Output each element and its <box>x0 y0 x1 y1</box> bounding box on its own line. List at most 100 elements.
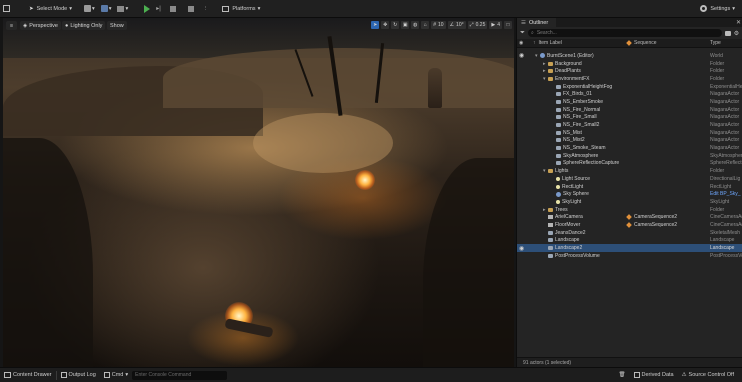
outliner-row[interactable]: NS_Mist2 NiagaraActor <box>517 137 742 145</box>
viewport-menu-button[interactable]: ≡ <box>6 21 17 30</box>
console-placeholder: Enter Console Command <box>135 372 192 378</box>
filter-button[interactable]: ⏷ <box>519 30 526 37</box>
row-label-cell: FX_Birds_01 <box>527 91 627 97</box>
camera-icon: ▶ <box>491 22 496 28</box>
row-type[interactable]: Edit BP_Sky_ <box>710 191 742 197</box>
translate-tool-button[interactable]: ✥ <box>381 21 390 29</box>
rotate-tool-button[interactable]: ↻ <box>391 21 400 29</box>
row-label: NS_Fire_Small <box>563 114 597 121</box>
eject-button[interactable] <box>182 2 200 16</box>
maximize-viewport-button[interactable]: □ <box>504 21 512 29</box>
new-folder-button[interactable] <box>724 30 731 37</box>
outliner-row[interactable]: Sky Sphere Edit BP_Sky_ <box>517 190 742 198</box>
outliner-row[interactable]: NS_Fire_Small NiagaraActor <box>517 114 742 122</box>
row-label-cell: ExponentialHeightFog <box>527 84 627 90</box>
blueprint-button[interactable]: ▾ <box>98 2 115 16</box>
row-label-cell: ▾ EnvironmentFX <box>527 76 627 82</box>
outliner-row[interactable]: NS_Smoke_Steam NiagaraActor <box>517 144 742 152</box>
row-sequence-cell: CameraSequence2 <box>626 214 710 220</box>
row-label: NS_Fire_Small2 <box>563 122 600 129</box>
outliner-row[interactable]: NS_Fire_Normal NiagaraActor <box>517 106 742 114</box>
play-icon <box>144 4 151 13</box>
show-button[interactable]: Show <box>107 21 127 30</box>
derived-data-button[interactable]: Derived Data <box>630 370 678 381</box>
outliner-row[interactable]: FX_Birds_01 NiagaraActor <box>517 90 742 98</box>
scale-snap-button[interactable]: ⤢ 0.25 <box>467 21 488 29</box>
select-tool-button[interactable]: ➤ <box>371 21 380 29</box>
row-type: NiagaraActor <box>710 106 740 113</box>
cinematics-button[interactable]: ▾ <box>114 2 131 16</box>
outliner-row[interactable]: ▸ Background Folder <box>517 60 742 68</box>
row-label: BurntScene1 (Editor) <box>547 52 594 59</box>
outliner-row[interactable]: NS_EmberSmoke NiagaraActor <box>517 98 742 106</box>
label-column-header[interactable]: ↑ Item Label <box>527 40 627 46</box>
scale-tool-button[interactable]: ▣ <box>401 21 410 29</box>
outliner-row[interactable]: FloorMover CameraSequence2 CineCameraAc <box>517 221 742 229</box>
outliner-row[interactable]: SkyLight SkyLight <box>517 198 742 206</box>
perspective-button[interactable]: ◈ Perspective <box>20 21 61 30</box>
source-control-icon: ⚠ <box>681 372 687 378</box>
row-label-cell: ▸ Background <box>527 61 627 67</box>
surface-snap-button[interactable]: ⌂ <box>421 21 430 29</box>
save-icon <box>3 5 10 12</box>
outliner-row[interactable]: ▸ Trees Folder <box>517 206 742 214</box>
save-button[interactable] <box>0 2 14 16</box>
outliner-row[interactable]: SkyAtmosphere SkyAtmosphere <box>517 152 742 160</box>
outliner-row[interactable]: ▾ EnvironmentFX Folder <box>517 75 742 83</box>
source-control-button[interactable]: ⚠ Source Control Off <box>678 370 738 381</box>
sequence-column-header[interactable]: Sequence <box>626 40 710 46</box>
outliner-row[interactable]: ▾ Lights Folder <box>517 167 742 175</box>
world-local-button[interactable]: ◍ <box>411 21 420 29</box>
level-viewport[interactable]: ≡ ◈ Perspective ● Lighting Only Show ➤ ✥… <box>3 18 514 367</box>
show-label: Show <box>110 22 124 29</box>
outliner-row[interactable]: ▸ DeadPlants Folder <box>517 67 742 75</box>
row-type: Folder <box>710 60 725 67</box>
tab-outliner[interactable]: ☰ Outliner <box>517 18 557 27</box>
visibility-column-header[interactable]: ◉ <box>517 40 527 46</box>
chevron-down-icon: ▾ <box>257 5 261 12</box>
outliner-row[interactable]: ArielCamera CameraSequence2 CineCameraAc <box>517 213 742 221</box>
outliner-search-input[interactable]: ⌕ Search... <box>528 29 722 37</box>
outliner-row[interactable]: SphereReflectionCapture SphereReflecti <box>517 160 742 168</box>
platforms-label: Platforms <box>232 5 256 12</box>
output-log-button[interactable]: Output Log <box>57 370 100 381</box>
visibility-toggle[interactable]: ◉ <box>517 52 527 59</box>
outliner-row[interactable]: NS_Fire_Small2 NiagaraActor <box>517 121 742 129</box>
chevron-down-icon: ▾ <box>108 5 112 12</box>
grid-snap-button[interactable]: #10 <box>431 21 446 29</box>
visibility-toggle[interactable]: ◉ <box>517 245 527 252</box>
platforms-dropdown[interactable]: Platforms ▾ <box>219 2 263 16</box>
outliner-row[interactable]: Landscape Landscape <box>517 237 742 245</box>
outliner-row[interactable]: ◉ Landscape2 Landscape <box>517 244 742 252</box>
view-mode-button[interactable]: ● Lighting Only <box>62 21 106 30</box>
play-button[interactable] <box>141 2 153 16</box>
outliner-row[interactable]: JeansDance2 SkeletalMesh <box>517 229 742 237</box>
add-content-button[interactable]: ▾ <box>81 2 98 16</box>
skip-button[interactable]: ▸| <box>153 2 164 16</box>
row-label: ExponentialHeightFog <box>563 83 613 90</box>
rotation-snap-button[interactable]: ∠ 10° <box>447 21 466 29</box>
outliner-settings-button[interactable]: ⚙ <box>733 30 740 37</box>
drawer-icon <box>4 372 11 378</box>
row-label-cell: JeansDance2 <box>527 230 627 236</box>
close-outliner-button[interactable]: ✕ <box>735 19 742 26</box>
outliner-row[interactable]: NS_Mist NiagaraActor <box>517 129 742 137</box>
row-label-cell: ▸ Trees <box>527 207 627 213</box>
outliner-row[interactable]: RectLight RectLight <box>517 183 742 191</box>
console-input[interactable]: Enter Console Command <box>132 370 228 380</box>
play-options-button[interactable]: ⋮ <box>200 2 212 16</box>
cmd-dropdown[interactable]: Cmd ▾ <box>100 370 132 381</box>
outliner-row[interactable]: ExponentialHeightFog ExponentialHei <box>517 83 742 91</box>
camera-speed-button[interactable]: ▶ 4 <box>489 21 502 29</box>
outliner-row[interactable]: ◉ ▾ BurntScene1 (Editor) World <box>517 52 742 60</box>
outliner-row[interactable]: Light Source DirectionalLig <box>517 175 742 183</box>
row-label-cell: NS_Mist <box>527 130 627 136</box>
row-label: NS_Mist <box>563 129 582 136</box>
type-column-header[interactable]: Type <box>710 40 742 46</box>
trash-button[interactable]: 🗑 <box>615 370 630 381</box>
settings-button[interactable]: Settings ▾ <box>697 2 738 16</box>
select-mode-dropdown[interactable]: ➤ Select Mode ▾ <box>26 2 75 16</box>
outliner-row[interactable]: PostProcessVolume PostProcessVo <box>517 252 742 260</box>
stop-button[interactable] <box>164 2 182 16</box>
content-drawer-button[interactable]: Content Drawer <box>0 370 56 381</box>
